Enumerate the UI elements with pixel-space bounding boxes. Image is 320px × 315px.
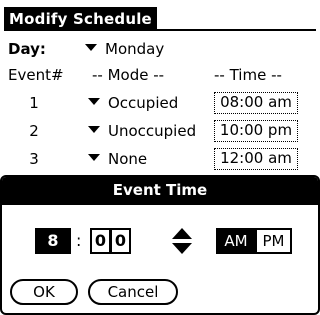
event-mode-dropdown[interactable]: Unoccupied <box>88 118 196 144</box>
event-mode-dropdown[interactable]: None <box>88 146 147 172</box>
event-row: 2 Unoccupied 10:00 pm <box>0 118 320 144</box>
cancel-button[interactable]: Cancel <box>88 279 178 305</box>
column-header-row: Event# -- Mode -- -- Time -- <box>0 62 320 88</box>
event-number: 3 <box>29 150 39 168</box>
event-number: 1 <box>29 94 39 112</box>
event-column-header: Event# <box>8 66 64 84</box>
day-value: Monday <box>105 40 165 58</box>
event-time-dialog: Event Time 8 : 0 0 AM PM OK Cancel <box>0 175 320 315</box>
time-column-header: -- Time -- <box>214 66 282 84</box>
event-mode-value: Occupied <box>108 94 179 112</box>
day-label: Day: <box>8 40 46 58</box>
mode-column-header: -- Mode -- <box>92 66 165 84</box>
day-row: Day: Monday <box>0 36 320 62</box>
time-separator: : <box>76 231 82 250</box>
pm-toggle[interactable]: PM <box>255 228 292 254</box>
event-mode-value: Unoccupied <box>108 122 197 140</box>
am-toggle[interactable]: AM <box>216 228 256 254</box>
dropdown-arrow-icon <box>85 44 97 51</box>
dropdown-arrow-icon <box>88 126 100 133</box>
page-title: Modify Schedule <box>4 7 157 31</box>
event-time-field[interactable]: 10:00 pm <box>214 120 298 142</box>
event-number: 2 <box>29 122 39 140</box>
dialog-title: Event Time <box>2 177 318 203</box>
event-mode-value: None <box>108 150 148 168</box>
ok-button[interactable]: OK <box>10 279 78 305</box>
minute-tens-field[interactable]: 0 <box>90 228 111 254</box>
title-divider <box>4 29 316 31</box>
event-row: 1 Occupied 08:00 am <box>0 90 320 116</box>
decrement-arrow-icon[interactable] <box>172 243 192 254</box>
minute-ones-field[interactable]: 0 <box>110 228 131 254</box>
increment-arrow-icon[interactable] <box>172 228 192 239</box>
event-time-field[interactable]: 12:00 am <box>214 148 298 170</box>
dialog-title-divider <box>2 203 318 205</box>
hour-field[interactable]: 8 <box>35 228 71 254</box>
event-mode-dropdown[interactable]: Occupied <box>88 90 178 116</box>
dropdown-arrow-icon <box>88 154 100 161</box>
event-time-field[interactable]: 08:00 am <box>214 92 298 114</box>
dropdown-arrow-icon <box>88 98 100 105</box>
event-row: 3 None 12:00 am <box>0 146 320 172</box>
day-dropdown[interactable]: Monday <box>85 36 164 62</box>
